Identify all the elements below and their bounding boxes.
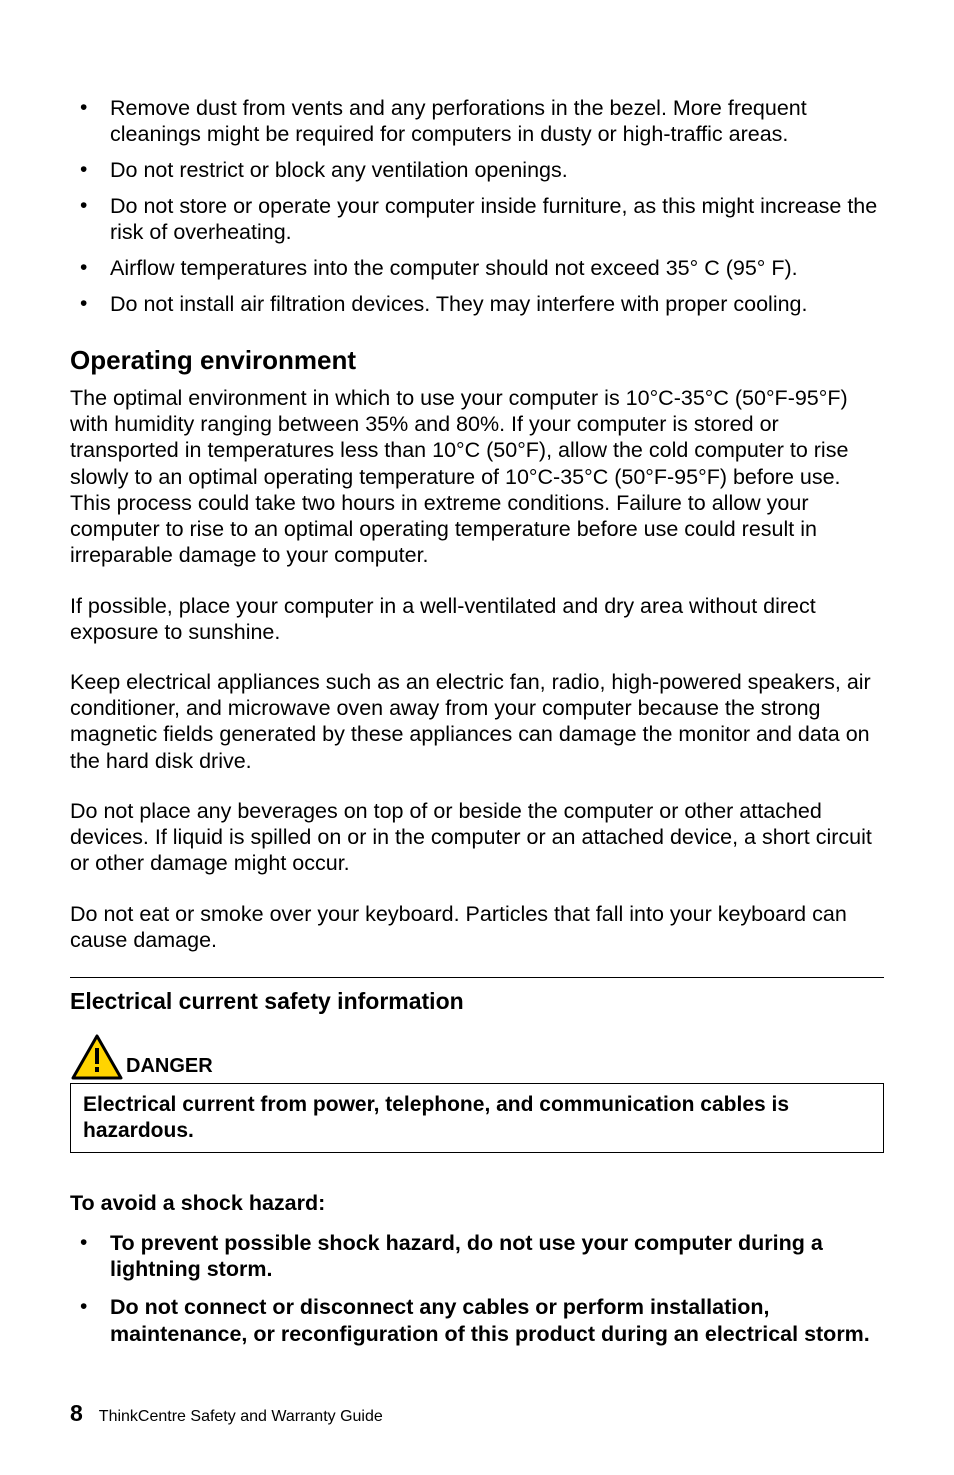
electrical-safety-heading: Electrical current safety information xyxy=(70,988,884,1015)
danger-text: Electrical current from power, telephone… xyxy=(83,1092,871,1144)
bullet-text: Remove dust from vents and any perforati… xyxy=(110,96,807,146)
page-number: 8 xyxy=(70,1400,83,1427)
danger-triangle-icon xyxy=(70,1033,124,1081)
operating-environment-heading: Operating environment xyxy=(70,345,884,376)
intro-bullet-list: Remove dust from vents and any perforati… xyxy=(70,95,884,317)
danger-callout-box: Electrical current from power, telephone… xyxy=(70,1084,884,1153)
footer-doc-title: ThinkCentre Safety and Warranty Guide xyxy=(99,1408,383,1426)
document-page: Remove dust from vents and any perforati… xyxy=(70,95,884,1347)
bullet-text: Do not restrict or block any ventilation… xyxy=(110,158,568,182)
body-paragraph: Do not place any beverages on top of or … xyxy=(70,798,884,877)
list-item: Do not store or operate your computer in… xyxy=(70,193,884,245)
body-paragraph: Do not eat or smoke over your keyboard. … xyxy=(70,901,884,953)
list-item: Remove dust from vents and any perforati… xyxy=(70,95,884,147)
page-footer: 8 ThinkCentre Safety and Warranty Guide xyxy=(70,1400,383,1427)
list-item: Airflow temperatures into the computer s… xyxy=(70,255,884,281)
bullet-text: Do not store or operate your computer in… xyxy=(110,194,877,244)
bullet-text: Do not connect or disconnect any cables … xyxy=(110,1295,870,1345)
body-paragraph: The optimal environment in which to use … xyxy=(70,385,884,569)
danger-header-row: DANGER xyxy=(70,1033,884,1084)
section-divider xyxy=(70,977,884,978)
list-item: To prevent possible shock hazard, do not… xyxy=(70,1230,884,1282)
list-item: Do not restrict or block any ventilation… xyxy=(70,157,884,183)
avoid-shock-bullet-list: To prevent possible shock hazard, do not… xyxy=(70,1230,884,1347)
bullet-text: Do not install air filtration devices. T… xyxy=(110,292,807,316)
bullet-text: Airflow temperatures into the computer s… xyxy=(110,256,798,280)
list-item: Do not connect or disconnect any cables … xyxy=(70,1294,884,1346)
list-item: Do not install air filtration devices. T… xyxy=(70,291,884,317)
danger-label: DANGER xyxy=(126,1055,213,1081)
bullet-text: To prevent possible shock hazard, do not… xyxy=(110,1231,823,1281)
body-paragraph: Keep electrical appliances such as an el… xyxy=(70,669,884,774)
body-paragraph: If possible, place your computer in a we… xyxy=(70,593,884,645)
avoid-shock-heading: To avoid a shock hazard: xyxy=(70,1191,884,1216)
